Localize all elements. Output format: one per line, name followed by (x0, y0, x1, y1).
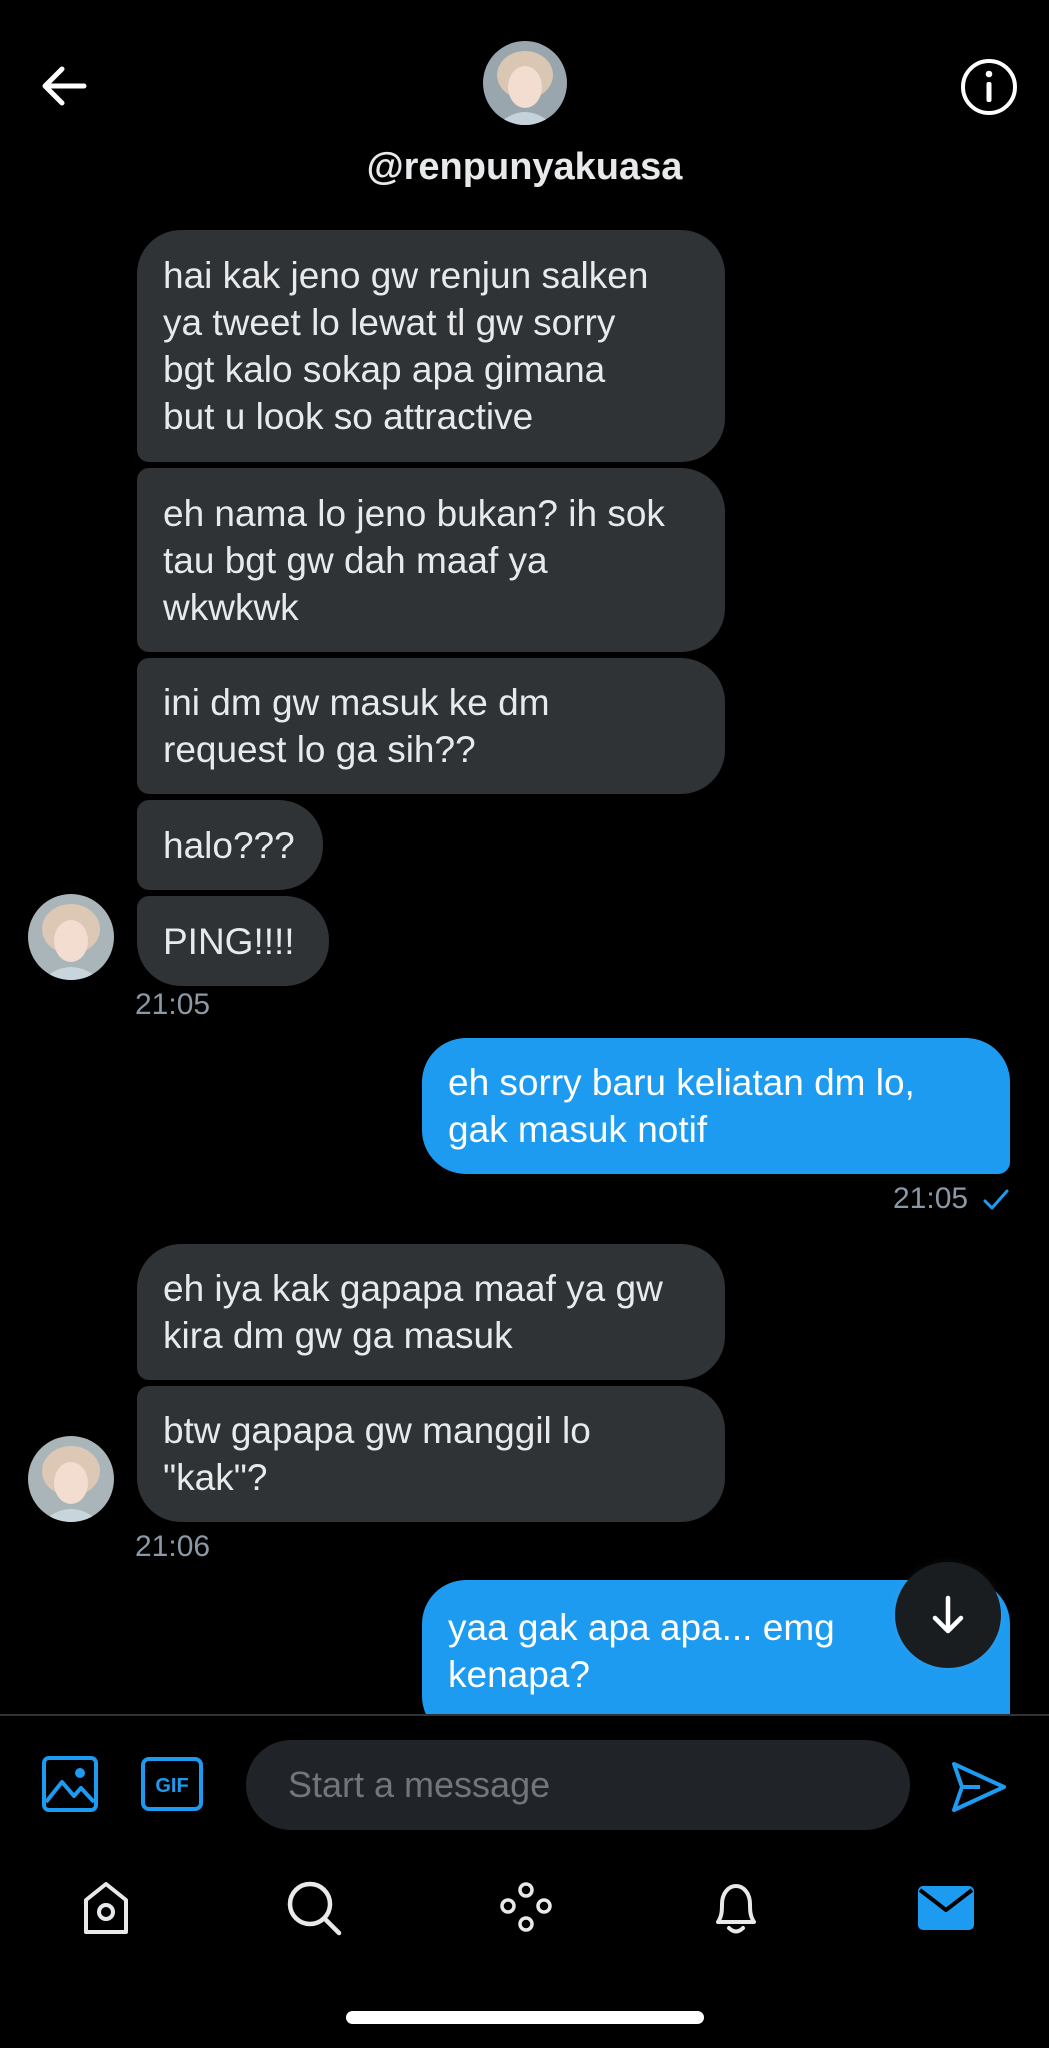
message-bubble-incoming[interactable]: eh iya kak gapapa maaf ya gw kira dm gw … (137, 1244, 725, 1380)
message-timestamp-read: 21:05 (893, 1182, 1010, 1216)
spaces-icon (500, 1882, 552, 1932)
message-bubble-incoming[interactable]: PING!!!! (137, 896, 329, 986)
image-icon (42, 1756, 98, 1812)
home-indicator[interactable] (346, 2011, 704, 2024)
message-text: btw gapapa gw manggil lo "kak"? (163, 1410, 591, 1498)
tab-notifications[interactable] (704, 1876, 768, 1940)
avatar-image (483, 41, 567, 125)
arrow-down-icon (932, 1595, 964, 1634)
tab-spaces[interactable] (494, 1876, 558, 1940)
sender-avatar[interactable] (28, 894, 114, 980)
bottom-tab-bar (0, 1850, 1049, 1970)
message-bubble-outgoing[interactable]: eh sorry baru keliatan dm lo, gak masuk … (422, 1038, 1010, 1174)
message-text: eh iya kak gapapa maaf ya gw kira dm gw … (163, 1268, 663, 1356)
info-button[interactable] (958, 56, 1020, 118)
send-icon (952, 1762, 1006, 1812)
message-text: eh nama lo jeno bukan? ih sok tau bgt gw… (163, 492, 665, 628)
message-bubble-incoming[interactable]: eh nama lo jeno bukan? ih sok tau bgt gw… (137, 468, 725, 652)
message-thread[interactable]: hai kak jeno gw renjun salken ya tweet l… (0, 228, 1049, 1714)
message-text: PING!!!! (163, 920, 295, 962)
message-timestamp: 21:05 (893, 1182, 969, 1215)
add-gif-button[interactable]: GIF (140, 1756, 204, 1812)
notifications-bell-icon (716, 1884, 756, 1934)
gif-label: GIF (155, 1775, 188, 1797)
avatar-image (28, 1436, 114, 1522)
info-icon (961, 59, 1017, 115)
send-button[interactable] (948, 1756, 1010, 1818)
tab-search[interactable] (282, 1876, 346, 1940)
message-input[interactable] (246, 1740, 910, 1830)
message-text: halo??? (163, 824, 295, 866)
message-bubble-incoming[interactable]: hai kak jeno gw renjun salken ya tweet l… (137, 230, 725, 462)
message-text: eh sorry baru keliatan dm lo, gak masuk … (448, 1062, 915, 1150)
avatar-image (28, 894, 114, 980)
back-button[interactable] (36, 58, 92, 114)
search-icon (287, 1881, 342, 1936)
gif-icon: GIF (141, 1757, 203, 1811)
message-text: yaa gak apa apa... emg kenapa? (448, 1607, 835, 1695)
tab-messages[interactable] (914, 1876, 978, 1940)
home-icon (84, 1882, 128, 1934)
tab-home[interactable] (74, 1876, 138, 1940)
conversation-header: @renpunyakuasa (0, 0, 1049, 200)
message-timestamp: 21:05 (135, 988, 211, 1021)
profile-avatar[interactable] (483, 41, 567, 125)
arrow-left-icon (42, 66, 87, 106)
message-composer: GIF (0, 1714, 1049, 1852)
sender-avatar[interactable] (28, 1436, 114, 1522)
read-check-icon (983, 1189, 1009, 1210)
messages-mail-icon (918, 1886, 974, 1930)
message-text: hai kak jeno gw renjun salken ya tweet l… (163, 255, 649, 437)
message-bubble-incoming[interactable]: ini dm gw masuk ke dm request lo ga sih?… (137, 658, 725, 794)
message-timestamp: 21:06 (135, 1530, 211, 1563)
scroll-to-bottom-button[interactable] (895, 1562, 1001, 1668)
message-text: ini dm gw masuk ke dm request lo ga sih?… (163, 682, 550, 770)
message-bubble-incoming[interactable]: halo??? (137, 800, 323, 890)
conversation-handle: @renpunyakuasa (366, 146, 683, 188)
add-image-button[interactable] (40, 1754, 100, 1814)
message-bubble-incoming[interactable]: btw gapapa gw manggil lo "kak"? (137, 1386, 725, 1522)
